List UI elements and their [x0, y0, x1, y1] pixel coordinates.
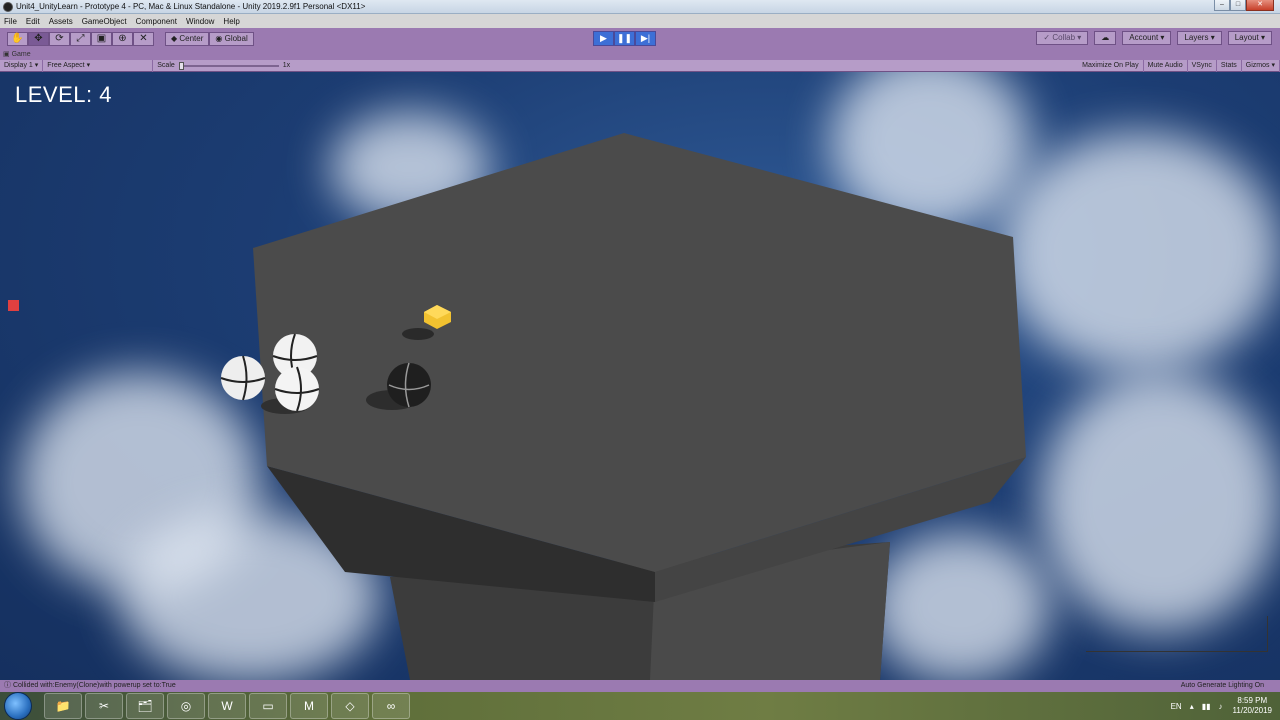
- terminal-icon[interactable]: ▭: [249, 693, 287, 719]
- step-button[interactable]: ▶|: [635, 31, 656, 46]
- cloud-icon[interactable]: ☁: [1094, 31, 1117, 45]
- layout-dropdown[interactable]: Layout ▾: [1227, 31, 1272, 45]
- hex-platform: [220, 133, 1026, 680]
- transform-tool-icon[interactable]: ⊕: [112, 31, 133, 46]
- menu-component[interactable]: Component: [136, 17, 177, 26]
- menu-gameobject[interactable]: GameObject: [82, 17, 127, 26]
- menu-assets[interactable]: Assets: [49, 17, 73, 26]
- clock-date: 11/20/2019: [1232, 706, 1272, 715]
- language-indicator[interactable]: EN: [1171, 702, 1182, 711]
- console-message[interactable]: ⓘ Collided with:Enemy(Clone)with powerup…: [4, 680, 176, 692]
- game-view-toggles: Maximize On Play Mute Audio VSync Stats …: [1078, 60, 1280, 72]
- maximize-on-play-toggle[interactable]: Maximize On Play: [1078, 60, 1144, 72]
- explorer-icon[interactable]: 📁: [44, 693, 82, 719]
- aspect-dropdown[interactable]: Free Aspect ▾: [43, 59, 154, 72]
- vsync-toggle[interactable]: VSync: [1188, 60, 1217, 72]
- enemy-ball: [221, 356, 265, 400]
- maximize-button[interactable]: □: [1230, 0, 1246, 11]
- enemy-ball: [275, 367, 319, 411]
- window-titlebar: Unit4_UnityLearn - Prototype 4 - PC, Mac…: [0, 0, 1280, 14]
- network-icon[interactable]: ▮▮: [1202, 702, 1211, 711]
- pivot-toggles: ◆ Center ◉ Global: [165, 31, 254, 46]
- menu-file[interactable]: File: [4, 17, 17, 26]
- rotate-tool-icon[interactable]: ⟳: [49, 31, 70, 46]
- menu-edit[interactable]: Edit: [26, 17, 40, 26]
- menu-help[interactable]: Help: [223, 17, 239, 26]
- gizmos-dropdown[interactable]: Gizmos ▾: [1242, 60, 1280, 72]
- play-button[interactable]: ▶: [593, 31, 614, 46]
- collab-dropdown[interactable]: ✓ Collab ▾: [1036, 31, 1089, 45]
- play-controls: ▶ ❚❚ ▶|: [593, 31, 656, 46]
- menu-window[interactable]: Window: [186, 17, 214, 26]
- window-controls: ‒ □ ✕: [1214, 0, 1274, 11]
- game-view-options: Display 1 ▾ Free Aspect ▾ Scale 1x Maxim…: [0, 59, 1280, 72]
- display-dropdown[interactable]: Display 1 ▾: [0, 59, 44, 72]
- rect-tool-icon[interactable]: ▣: [91, 31, 112, 46]
- status-bar: ⓘ Collided with:Enemy(Clone)with powerup…: [0, 680, 1280, 692]
- unity-icon[interactable]: ◇: [331, 693, 369, 719]
- snipping-tool-icon[interactable]: ✂: [85, 693, 123, 719]
- player-ball: [387, 363, 431, 407]
- main-toolbar: ✋ ✥ ⟳ ⤢ ▣ ⊕ ✕ ◆ Center ◉ Global ▶ ❚❚ ▶| …: [0, 28, 1280, 49]
- malwarebytes-icon[interactable]: M: [290, 693, 328, 719]
- hand-tool-icon[interactable]: ✋: [7, 31, 28, 46]
- windows-taskbar: 📁 ✂ 🗂 ◎ W ▭ M ◇ ∞ EN ▴ ▮▮ ♪ 8:59 PM 11/2…: [0, 692, 1280, 720]
- transform-tools: ✋ ✥ ⟳ ⤢ ▣ ⊕ ✕: [7, 31, 154, 46]
- record-indicator-icon: [8, 300, 19, 311]
- stats-toggle[interactable]: Stats: [1217, 60, 1242, 72]
- game-viewport[interactable]: LEVEL: 4: [0, 72, 1280, 680]
- system-tray: EN ▴ ▮▮ ♪ 8:59 PM 11/20/2019: [1163, 692, 1272, 720]
- tray-expand-icon[interactable]: ▴: [1190, 702, 1194, 711]
- visual-studio-icon[interactable]: ∞: [372, 693, 410, 719]
- clock[interactable]: 8:59 PM 11/20/2019: [1233, 696, 1272, 716]
- layers-dropdown[interactable]: Layers ▾: [1177, 31, 1222, 45]
- folder-icon[interactable]: 🗂: [126, 693, 164, 719]
- word-icon[interactable]: W: [208, 693, 246, 719]
- move-tool-icon[interactable]: ✥: [28, 31, 49, 46]
- mute-audio-toggle[interactable]: Mute Audio: [1144, 60, 1188, 72]
- scale-slider-knob[interactable]: [178, 61, 184, 70]
- scale-control: Scale 1x: [153, 60, 294, 72]
- minimize-button[interactable]: ‒: [1214, 0, 1230, 11]
- custom-tool-icon[interactable]: ✕: [133, 31, 154, 46]
- scale-value: 1x: [282, 61, 291, 69]
- window-title: Unit4_UnityLearn - Prototype 4 - PC, Mac…: [16, 2, 366, 11]
- pause-button[interactable]: ❚❚: [614, 31, 635, 46]
- start-button[interactable]: [4, 692, 32, 720]
- scale-tool-icon[interactable]: ⤢: [70, 31, 91, 46]
- scale-slider[interactable]: [178, 61, 279, 70]
- level-label: LEVEL: 4: [15, 82, 112, 107]
- volume-icon[interactable]: ♪: [1219, 702, 1223, 711]
- tab-game[interactable]: ▣ Game: [3, 50, 31, 58]
- view-tab-strip: ▣ Game: [0, 49, 1280, 60]
- global-toggle[interactable]: ◉ Global: [209, 31, 254, 46]
- unity-logo-icon: [3, 1, 13, 12]
- center-toggle[interactable]: ◆ Center: [165, 31, 210, 46]
- account-dropdown[interactable]: Account ▾: [1122, 31, 1172, 45]
- hud-frame: [1086, 616, 1268, 652]
- chrome-icon[interactable]: ◎: [167, 693, 205, 719]
- close-button[interactable]: ✕: [1246, 0, 1274, 11]
- lighting-status: Auto Generate Lighting On: [1180, 682, 1264, 689]
- menu-bar: File Edit Assets GameObject Component Wi…: [0, 14, 1280, 28]
- right-toolbar: ✓ Collab ▾ ☁ Account ▾ Layers ▾ Layout ▾: [1030, 31, 1272, 45]
- clock-time: 8:59 PM: [1237, 696, 1268, 705]
- scale-label: Scale: [157, 61, 175, 69]
- shadow: [402, 328, 434, 340]
